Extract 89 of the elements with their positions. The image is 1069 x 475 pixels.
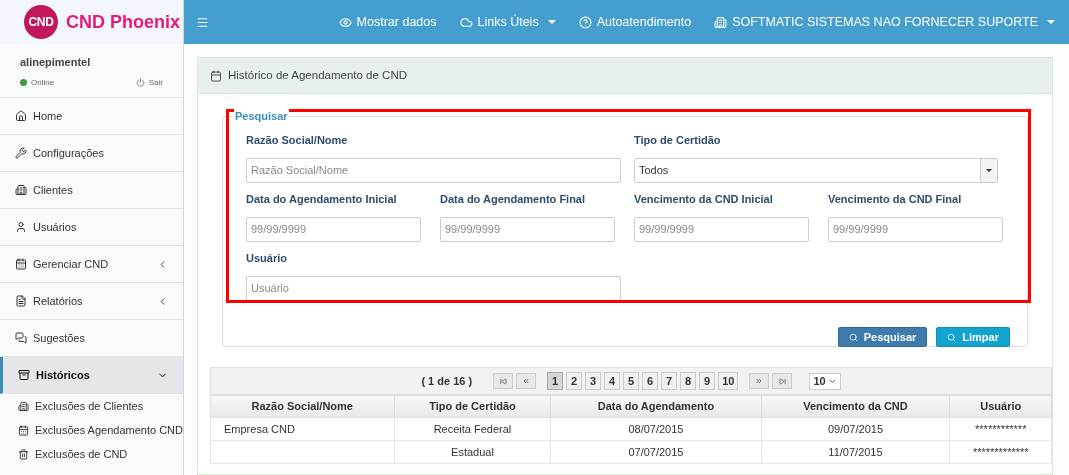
last-page-button[interactable] (772, 373, 793, 389)
power-icon (135, 78, 145, 87)
document-icon (15, 295, 27, 307)
building-icon (18, 400, 29, 412)
table-cell: 08/07/2015 (550, 417, 761, 441)
submenu-item[interactable]: Exclusões de Clientes (0, 394, 183, 418)
previous-page-button[interactable] (516, 373, 537, 389)
field-label: Tipo de Certidão (634, 133, 722, 148)
trash-icon (18, 448, 29, 460)
column-header: Data do Agendamento (550, 395, 761, 418)
table-cell: Empresa CND (210, 417, 395, 441)
building-icon (714, 15, 728, 29)
page-button[interactable]: 3 (585, 372, 602, 390)
previous-page-icon (522, 377, 531, 385)
input-field[interactable]: 99/99/9999 (440, 216, 615, 242)
column-header: Tipo de Certidão (394, 395, 551, 418)
user-icon (15, 221, 27, 233)
status-text: Online (31, 76, 55, 89)
building-icon (15, 184, 27, 196)
input-field[interactable]: 99/99/9999 (246, 216, 421, 242)
sidebar-item[interactable]: Usuários (0, 209, 183, 246)
calendar-icon (15, 258, 27, 270)
column-header: Razão Social/Nome (210, 395, 395, 418)
user-name: alinepimentel (20, 55, 92, 70)
caret-icon (1047, 20, 1055, 24)
select-field[interactable]: Todos (634, 157, 998, 183)
sidebar-item[interactable]: Históricos (0, 357, 183, 394)
chat-bubbles-icon (15, 332, 27, 344)
search-icon (848, 332, 858, 342)
column-header: Vencimento da CND (761, 395, 950, 418)
next-page-button[interactable] (749, 373, 770, 389)
menu-icon[interactable] (196, 15, 209, 29)
logout-link[interactable]: Sair (135, 76, 163, 89)
field-label: Data do Agendamento Inicial (246, 192, 398, 207)
panel-title: Histórico de Agendamento de CND (228, 67, 407, 83)
field-label: Usuário (246, 251, 288, 266)
table-cell: Estadual (394, 440, 551, 464)
page-button[interactable]: 6 (642, 372, 659, 390)
fieldset-legend: Pesquisar (234, 108, 289, 125)
logo-badge: CND (24, 5, 58, 39)
calendar-icon (18, 424, 29, 436)
page-button[interactable]: 8 (680, 372, 697, 390)
search-button[interactable]: Pesquisar (837, 327, 928, 347)
page-size-select[interactable]: 10 (809, 372, 841, 390)
page-button[interactable]: 9 (699, 372, 716, 390)
page-button[interactable]: 2 (566, 372, 583, 390)
page-button[interactable]: 5 (623, 372, 640, 390)
input-field[interactable]: 99/99/9999 (634, 216, 809, 242)
table-cell: Receita Federal (394, 417, 551, 441)
sidebar-item[interactable]: Gerenciar CND (0, 246, 183, 283)
sidebar-item[interactable]: Configurações (0, 135, 183, 172)
wrench-icon (15, 147, 27, 159)
calendar-icon (210, 69, 222, 82)
table-cell: ************* (950, 440, 1052, 464)
archive-box-icon (18, 369, 30, 381)
first-page-icon (499, 377, 507, 385)
input-field[interactable]: Razão Social/Nome (246, 157, 621, 183)
field-label: Vencimento da CND Inicial (634, 192, 774, 207)
submenu-item[interactable]: Exclusões Agendamento CND (0, 418, 183, 442)
field-label: Vencimento da CND Final (828, 192, 963, 207)
table-cell: 11/07/2015 (761, 440, 950, 464)
sidebar-item[interactable]: Relatórios (0, 283, 183, 320)
page-button[interactable]: 7 (661, 372, 678, 390)
first-page-button[interactable] (493, 373, 514, 389)
sidebar-item[interactable]: Clientes (0, 172, 183, 209)
search-icon (947, 332, 957, 342)
field-label: Data do Agendamento Final (440, 192, 587, 207)
submenu-item[interactable]: Exclusões de CND (0, 442, 183, 466)
table-cell: 07/07/2015 (550, 440, 761, 464)
input-field[interactable]: 99/99/9999 (828, 216, 1003, 242)
sidebar-item[interactable]: Home (0, 98, 183, 135)
home-icon (15, 110, 27, 122)
page-button[interactable]: 10 (718, 372, 739, 390)
column-header: Usuário (950, 395, 1052, 418)
next-page-icon (755, 377, 764, 385)
page-summary: ( 1 de 16 ) (421, 373, 473, 389)
caret-icon (986, 168, 992, 172)
help-icon (578, 15, 592, 29)
input-field[interactable]: Usuário (246, 275, 621, 301)
last-page-icon (778, 377, 786, 385)
field-label: Razão Social/Nome (246, 133, 349, 148)
page-button[interactable]: 1 (547, 372, 564, 390)
table-cell: 09/07/2015 (761, 417, 950, 441)
eye-icon (338, 15, 352, 29)
cloud-icon (459, 15, 473, 29)
brand-name: CND Phoenix (66, 10, 180, 34)
table-cell: ************ (950, 417, 1052, 441)
page-button[interactable]: 4 (604, 372, 621, 390)
caret-icon (547, 20, 556, 24)
